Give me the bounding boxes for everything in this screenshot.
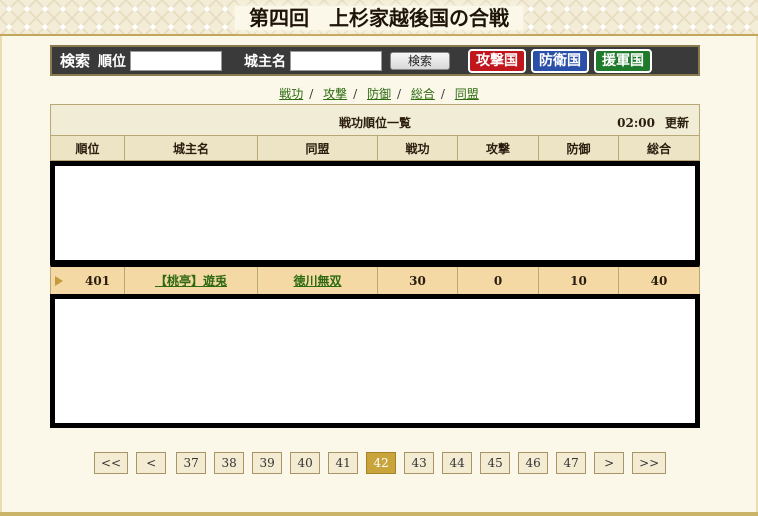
tab-merit[interactable]: 戦功 — [279, 87, 303, 101]
rank-label: 順位 — [98, 53, 127, 70]
page-button[interactable]: 46 — [518, 452, 549, 474]
attack-nation-button[interactable]: 攻撃国 — [468, 48, 527, 73]
table-title-bar: 戦功順位一覧 02:00 更新 — [50, 104, 700, 136]
table-title: 戦功順位一覧 — [338, 116, 411, 130]
update-info: 02:00 更新 — [617, 114, 689, 131]
page-button[interactable]: 40 — [290, 452, 321, 474]
column-header: 城主名 — [125, 136, 258, 160]
column-header: 順位 — [51, 136, 125, 160]
lord-cell: 【桃亭】遊兎 — [125, 267, 258, 294]
arrow-right-icon — [55, 275, 63, 286]
update-label: 更新 — [664, 116, 689, 130]
tab-separator: / — [309, 87, 314, 101]
rank-input[interactable] — [130, 50, 223, 71]
column-header: 総合 — [646, 141, 671, 156]
page-button[interactable]: 37 — [176, 452, 207, 474]
ranking-tabs: 戦功 / 攻撃 / 防御 / 総合 / 同盟 — [0, 85, 758, 102]
alliance-link[interactable]: 徳川無双 — [293, 272, 341, 289]
page-button[interactable]: 44 — [442, 452, 473, 474]
defense-nation-button[interactable]: 防衛国 — [531, 48, 590, 73]
bottom-border — [0, 512, 758, 516]
last-page-button[interactable]: >> — [632, 452, 667, 474]
pagination: << < 37 38 39 40 41 42 43 44 45 46 47 > … — [94, 452, 674, 474]
tab-alliance[interactable]: 同盟 — [455, 87, 479, 101]
blank-rows-bottom — [50, 294, 700, 428]
total-cell: 40 — [650, 273, 668, 288]
current-page-button[interactable]: 42 — [366, 452, 397, 474]
alliance-cell: 徳川無双 — [258, 267, 378, 294]
search-bar: 検索 順位 城主名 検索 攻撃国 防衛国 援軍国 — [50, 45, 700, 76]
page-button[interactable]: 38 — [214, 452, 245, 474]
tab-defense[interactable]: 防御 — [367, 87, 391, 101]
search-label: 検索 — [60, 52, 91, 70]
first-page-button[interactable]: << — [94, 452, 129, 474]
ranking-table: 戦功順位一覧 02:00 更新 順位 城主名 同盟 戦功 攻撃 防御 総合 401… — [50, 104, 700, 428]
page-button[interactable]: 43 — [404, 452, 435, 474]
prev-page-button[interactable]: < — [136, 452, 167, 474]
search-button[interactable]: 検索 — [390, 51, 451, 70]
next-page-button[interactable]: > — [594, 452, 625, 474]
lord-link[interactable]: 【桃亭】遊兎 — [155, 272, 227, 289]
defense-cell: 10 — [539, 267, 619, 294]
table-header-row: 順位 城主名 同盟 戦功 攻撃 防御 総合 — [50, 136, 700, 161]
merit-cell: 30 — [378, 267, 458, 294]
rank-cell: 401 — [51, 267, 125, 294]
tab-separator: / — [397, 87, 402, 101]
page-button[interactable]: 41 — [328, 452, 359, 474]
tab-total[interactable]: 総合 — [411, 87, 435, 101]
lord-label: 城主名 — [244, 53, 287, 70]
tab-separator: / — [440, 87, 445, 101]
page-button[interactable]: 47 — [556, 452, 587, 474]
page-button[interactable]: 39 — [252, 452, 283, 474]
attack-cell: 0 — [458, 267, 539, 294]
update-time: 02:00 — [617, 116, 655, 130]
blank-rows-top — [50, 161, 700, 265]
page-title: 第四回 上杉家越後国の合戦 — [0, 0, 758, 36]
column-header: 戦功 — [378, 136, 458, 160]
column-header: 攻撃 — [458, 136, 539, 160]
tab-attack[interactable]: 攻撃 — [323, 87, 347, 101]
tab-separator: / — [353, 87, 358, 101]
column-header: 同盟 — [258, 136, 378, 160]
column-header: 防御 — [539, 136, 619, 160]
reinforce-nation-button[interactable]: 援軍国 — [594, 48, 653, 73]
page-button[interactable]: 45 — [480, 452, 511, 474]
table-row: 401 【桃亭】遊兎 徳川無双 30 0 10 40 — [50, 265, 700, 294]
lord-name-input[interactable] — [290, 50, 383, 71]
